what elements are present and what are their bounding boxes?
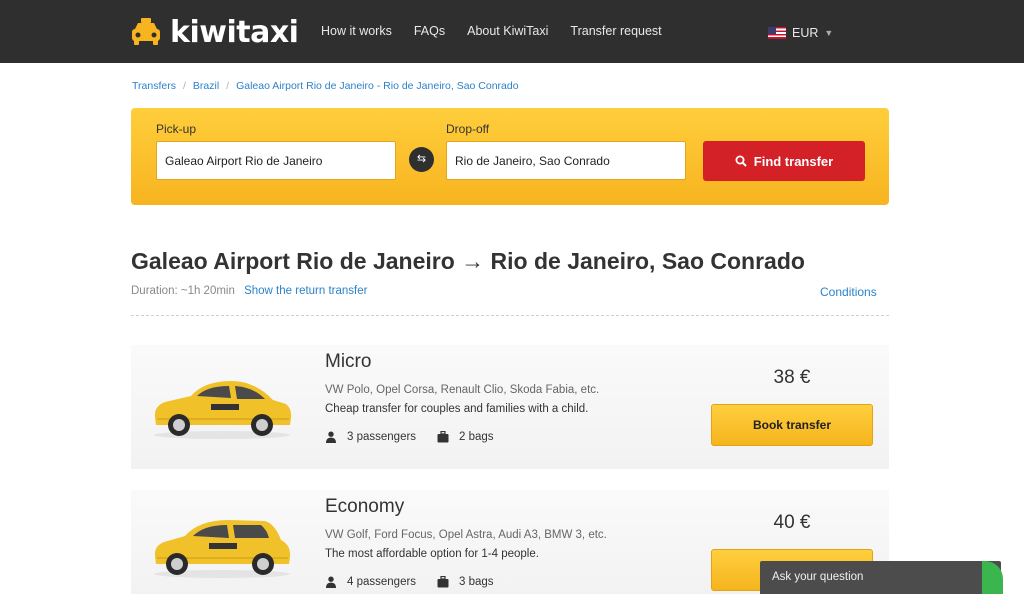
breadcrumb-separator: / <box>226 80 230 92</box>
conditions-link[interactable]: Conditions <box>820 285 877 299</box>
breadcrumb-separator: / <box>182 80 186 92</box>
price: 40 € <box>773 512 811 533</box>
vehicle-description: Cheap transfer for couples and families … <box>325 403 589 415</box>
swap-arrows-icon: ⇆ <box>416 153 427 165</box>
book-transfer-button[interactable]: Book transfer <box>711 404 873 446</box>
passengers-count: 3 passengers <box>347 431 417 443</box>
main-nav: How it works FAQs About KiwiTaxi Transfe… <box>321 24 662 38</box>
transfer-search-panel: Pick-up Galeao Airport Rio de Janeiro ⇆ … <box>131 108 889 205</box>
vehicle-models: VW Polo, Opel Corsa, Renault Clio, Skoda… <box>325 384 600 396</box>
breadcrumb-brazil[interactable]: Brazil <box>193 80 219 92</box>
kiwitaxi-logo[interactable]: kiwitaxi <box>130 13 299 51</box>
top-navigation-bar: kiwitaxi How it works FAQs About KiwiTax… <box>0 0 1024 63</box>
bags-info: 2 bags <box>437 431 494 443</box>
ask-question-chat-widget[interactable]: Ask your question <box>760 561 1001 594</box>
passenger-icon <box>326 576 336 588</box>
breadcrumb: Transfers / Brazil / Galeao Airport Rio … <box>132 80 519 92</box>
nav-how-it-works[interactable]: How it works <box>321 24 392 38</box>
micro-car-image <box>154 381 292 439</box>
route-meta: Duration: ~1h 20min Show the return tran… <box>131 285 367 297</box>
taxi-logo-icon <box>132 18 160 45</box>
passengers-count: 4 passengers <box>347 576 417 588</box>
pickup-label: Pick-up <box>156 122 197 136</box>
bags-info: 3 bags <box>437 576 494 588</box>
bags-count: 2 bags <box>459 431 494 443</box>
luggage-icon <box>437 576 449 588</box>
passengers-info: 3 passengers <box>325 431 416 443</box>
bags-count: 3 bags <box>459 576 494 588</box>
vehicle-class-name: Economy <box>325 496 405 517</box>
us-flag-icon <box>768 27 786 39</box>
search-icon <box>735 155 747 167</box>
logo-text: kiwitaxi <box>170 14 299 50</box>
nav-transfer-request[interactable]: Transfer request <box>570 24 661 38</box>
nav-faqs[interactable]: FAQs <box>414 24 445 38</box>
vehicle-models: VW Golf, Ford Focus, Opel Astra, Audi A3… <box>325 529 607 541</box>
vehicle-class-name: Micro <box>325 351 372 372</box>
chevron-down-icon: ▼ <box>824 28 834 38</box>
luggage-icon <box>437 431 449 443</box>
breadcrumb-transfers[interactable]: Transfers <box>132 80 176 92</box>
dropoff-label: Drop-off <box>446 122 490 136</box>
vehicle-description: The most affordable option for 1-4 peopl… <box>325 548 539 560</box>
return-transfer-link[interactable]: Show the return transfer <box>244 285 367 297</box>
price: 38 € <box>773 367 811 388</box>
pickup-input[interactable]: Galeao Airport Rio de Janeiro <box>156 141 396 180</box>
vehicle-card-micro: Micro VW Polo, Opel Corsa, Renault Clio,… <box>131 345 889 469</box>
swap-direction-button[interactable]: ⇆ <box>409 147 434 172</box>
find-transfer-label: Find transfer <box>753 153 834 169</box>
divider <box>131 315 889 316</box>
economy-car-image <box>154 520 291 578</box>
breadcrumb-route[interactable]: Galeao Airport Rio de Janeiro - Rio de J… <box>236 80 519 92</box>
currency-label: EUR <box>792 26 819 40</box>
dropoff-input[interactable]: Rio de Janeiro, Sao Conrado <box>446 141 686 180</box>
duration-text: Duration: ~1h 20min <box>131 285 235 297</box>
passengers-info: 4 passengers <box>325 576 416 588</box>
find-transfer-button[interactable]: Find transfer <box>703 141 865 181</box>
page-title: Galeao Airport Rio de Janeiro → Rio de J… <box>131 248 805 274</box>
currency-selector[interactable]: EUR ▼ <box>768 26 833 40</box>
passenger-icon <box>326 431 336 443</box>
nav-about[interactable]: About KiwiTaxi <box>467 24 548 38</box>
